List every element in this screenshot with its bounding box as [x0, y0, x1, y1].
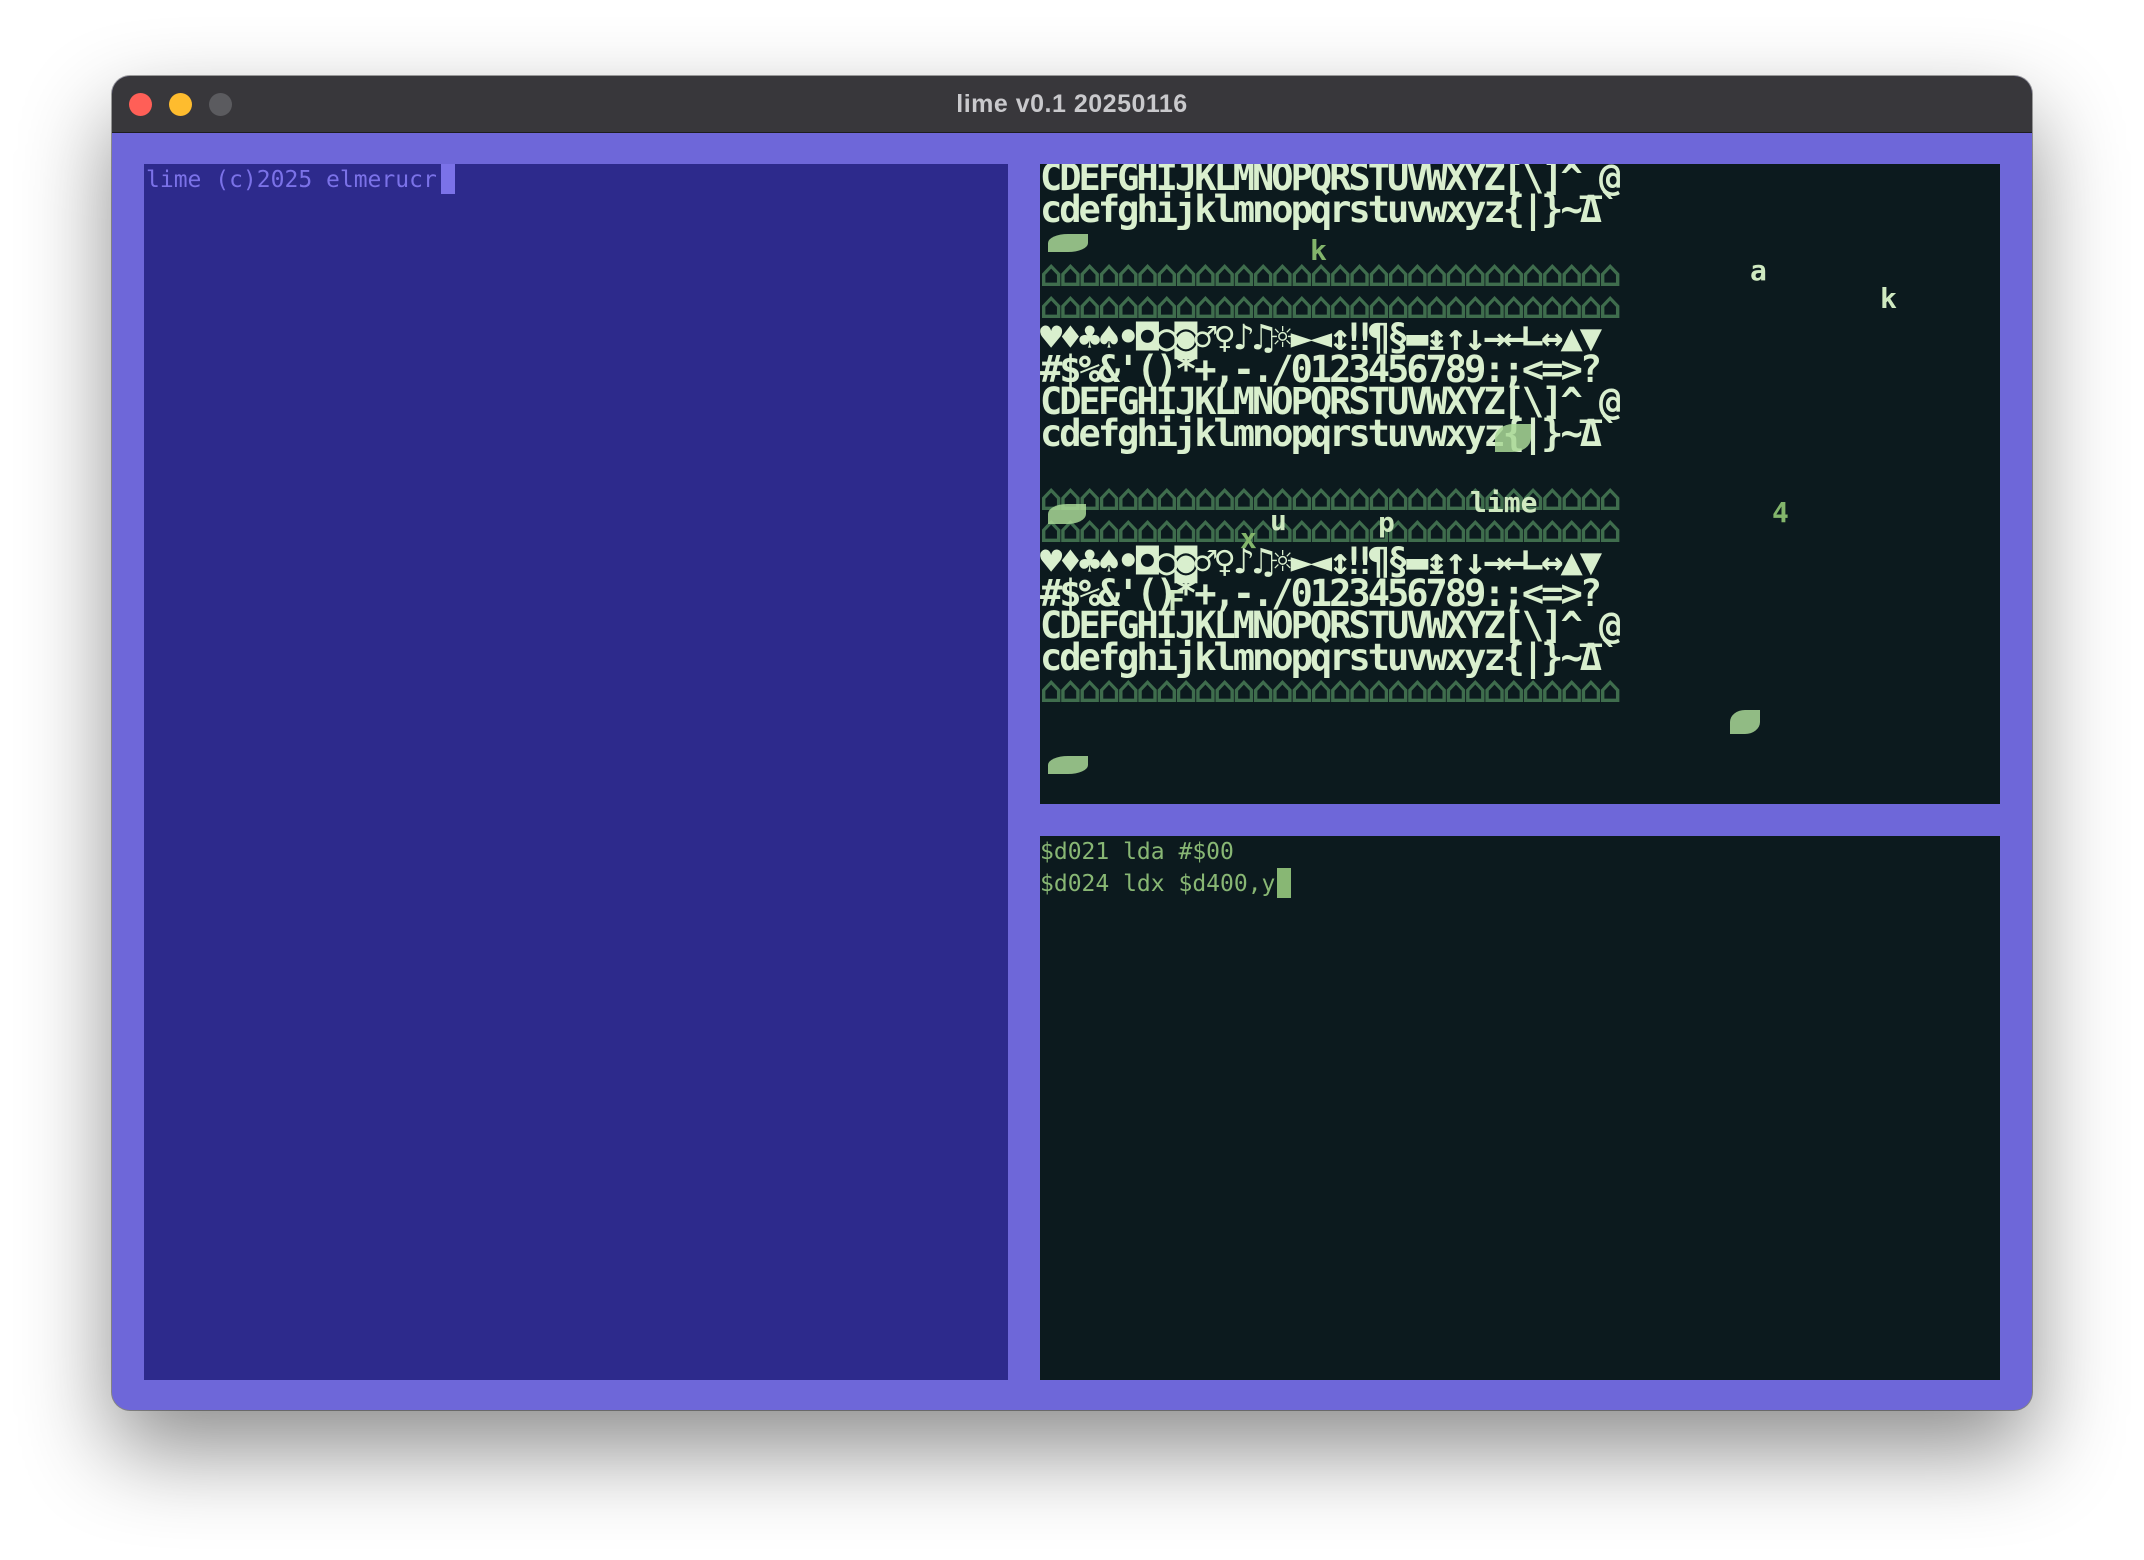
- leaf-sprite: [1048, 234, 1088, 252]
- sprite-letter: F: [1168, 584, 1185, 617]
- leaf-sprite: [1730, 710, 1760, 734]
- sprite-letter: 4: [1772, 496, 1789, 529]
- monitor-line-active: $d024 ldx $d400,y: [1040, 868, 1292, 900]
- sprite-letter: a: [1750, 254, 1767, 287]
- window-title: lime v0.1 20250116: [956, 90, 1188, 118]
- emulator-screen[interactable]: CDEFGHIJKLMNOPQRSTUVWXYZ[\]^_@ cdefghijkl…: [1040, 164, 2000, 804]
- screen-row: ⌂⌂⌂⌂⌂⌂⌂⌂⌂⌂⌂⌂⌂⌂⌂⌂⌂⌂⌂⌂⌂⌂⌂⌂⌂⌂⌂⌂⌂⌂: [1040, 668, 1621, 711]
- screen-row: cdefghijklmnopqrstuvwxyz{|}~Δ`: [1040, 412, 1621, 455]
- sprite-letter: u: [1270, 504, 1287, 537]
- monitor-cursor: [1277, 868, 1292, 898]
- screen-row: cdefghijklmnopqrstuvwxyz{|}~Δ`: [1040, 188, 1621, 231]
- sprite-letter: k: [1880, 282, 1897, 315]
- title-bar[interactable]: lime v0.1 20250116: [112, 76, 2032, 133]
- sprite-letter: x: [1240, 522, 1257, 555]
- sprite-letter: k: [1310, 234, 1327, 267]
- leaf-sprite: [1048, 504, 1086, 524]
- sprite-word: lime: [1470, 486, 1538, 519]
- sprite-letter: p: [1378, 506, 1395, 539]
- leaf-sprite: [1495, 424, 1531, 452]
- app-window: lime v0.1 20250116 lime (c)2025 elmerucr…: [112, 76, 2032, 1410]
- monitor-line-text: $d024 ldx $d400,y: [1040, 871, 1276, 897]
- console-cursor: [440, 164, 455, 194]
- monitor-line: $d021 lda #$00: [1040, 839, 1234, 865]
- monitor-pane[interactable]: $d021 lda #$00 $d024 ldx $d400,y: [1040, 836, 2000, 1380]
- console-pane[interactable]: lime (c)2025 elmerucr: [144, 164, 1008, 1380]
- console-text: lime (c)2025 elmerucr: [146, 167, 437, 193]
- console-line: lime (c)2025 elmerucr: [146, 164, 455, 196]
- leaf-sprite: [1048, 756, 1088, 774]
